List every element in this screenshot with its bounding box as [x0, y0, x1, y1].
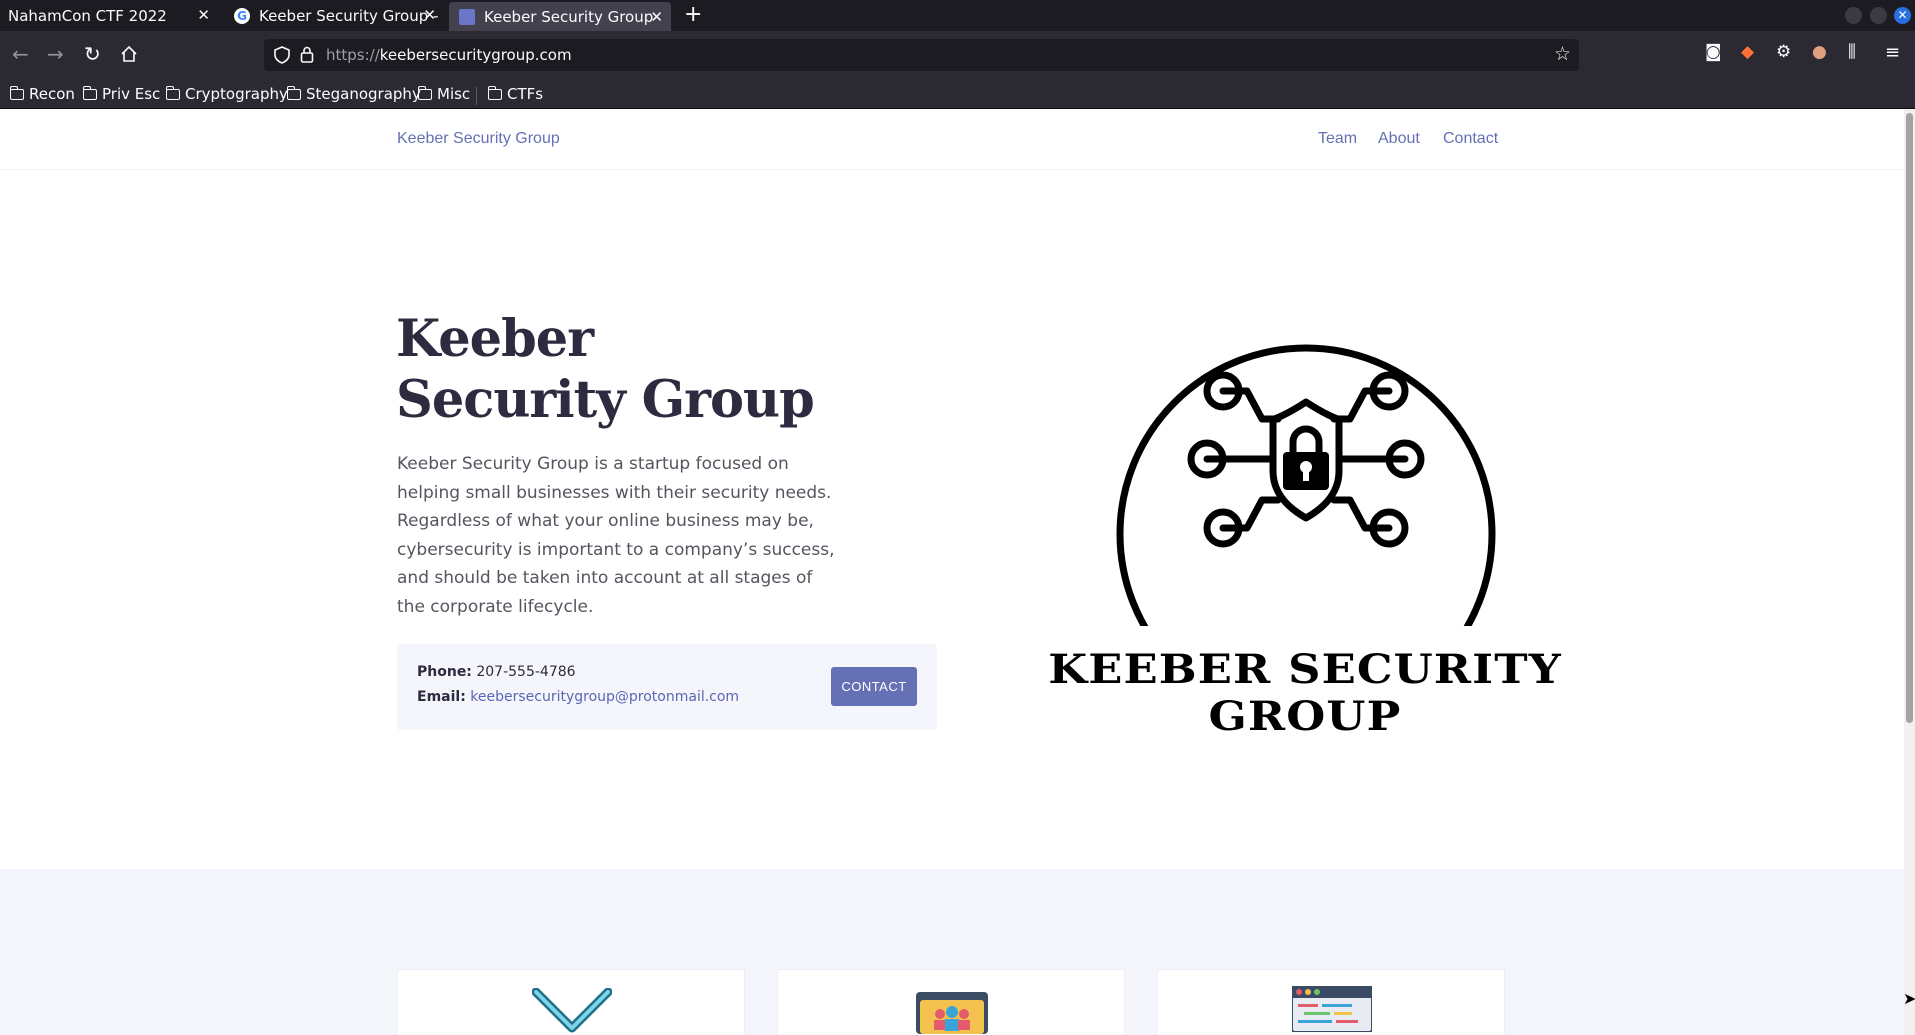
close-tab-icon[interactable]: ✕ — [423, 6, 436, 24]
logo-wordmark: KEEBER SECURITY GROUP — [1048, 646, 1562, 740]
reload-icon[interactable]: ↻ — [84, 44, 101, 64]
folder-icon — [165, 85, 180, 100]
nav-link-team[interactable]: Team — [1318, 130, 1357, 148]
extension-icon[interactable]: ⚙ — [1776, 44, 1791, 61]
star-icon[interactable]: ☆ — [1554, 43, 1571, 65]
bookmark-folder-priv-esc[interactable]: Priv Esc — [82, 85, 161, 103]
lock-icon[interactable] — [300, 46, 314, 67]
pocket-icon[interactable]: ◙ — [1705, 44, 1722, 61]
url-text[interactable]: https://keebersecuritygroup.com — [326, 46, 572, 64]
extension-icon[interactable]: ◆ — [1741, 44, 1754, 61]
folder-icon — [286, 85, 301, 100]
hero-title: Keeber Security Group — [396, 309, 815, 430]
bookmark-label: Priv Esc — [102, 85, 161, 103]
phone-label: Phone: — [417, 664, 472, 680]
close-tab-icon[interactable]: ✕ — [650, 8, 663, 26]
site-brand-link[interactable]: Keeber Security Group — [397, 130, 560, 148]
phone-number: 207-555-4786 — [476, 664, 576, 680]
url-host: keebersecuritygroup.com — [379, 46, 572, 64]
folder-icon — [487, 85, 502, 100]
bookmark-label: CTFs — [507, 85, 544, 103]
bookmark-folder-recon[interactable]: Recon — [9, 85, 75, 103]
tab-nahamcon[interactable]: NahamCon CTF 2022 ✕ — [0, 0, 218, 31]
minimize-window-icon[interactable] — [1845, 7, 1862, 24]
new-tab-icon[interactable]: + — [684, 2, 702, 27]
contact-button[interactable]: CONTACT — [831, 667, 917, 706]
bookmark-folder-cryptography[interactable]: Cryptography — [165, 85, 288, 103]
nav-link-about[interactable]: About — [1378, 130, 1420, 148]
close-tab-icon[interactable]: ✕ — [197, 6, 210, 24]
mouse-cursor-icon: ➤ — [1903, 989, 1915, 1008]
maximize-window-icon[interactable] — [1870, 7, 1887, 24]
email-line: Email: keebersecuritygroup@protonmail.co… — [417, 689, 739, 705]
navigation-toolbar: ← → ↻ https://keebersecuritygroup.com ☆ … — [0, 31, 1915, 83]
bookmarks-toolbar: Recon Priv Esc Cryptography Steganograph… — [0, 83, 1915, 109]
company-logo: KEEBER SECURITY GROUP — [990, 226, 1620, 740]
url-protocol: https:// — [326, 46, 380, 64]
web-page: Keeber Security Group Team About Contact… — [0, 109, 1904, 1035]
back-arrow-icon[interactable]: ← — [12, 44, 29, 64]
feature-card — [397, 969, 745, 1035]
bookmark-separator — [476, 87, 477, 105]
feature-card — [1157, 969, 1505, 1035]
phone-line: Phone: 207-555-4786 — [417, 664, 576, 680]
folder-icon — [9, 85, 24, 100]
menu-icon[interactable]: ≡ — [1885, 44, 1900, 62]
forward-arrow-icon[interactable]: → — [47, 44, 64, 64]
library-icon[interactable]: ⫼ — [1848, 44, 1856, 61]
tab-title: Keeber Security Group — [484, 7, 654, 26]
tab-bar: NahamCon CTF 2022 ✕ G Keeber Security Gr… — [0, 0, 1915, 31]
site-header: Keeber Security Group Team About Contact — [0, 109, 1904, 170]
contact-panel: Phone: 207-555-4786 Email: keebersecurit… — [397, 644, 937, 730]
shield-icon[interactable] — [274, 46, 290, 68]
bookmark-folder-ctfs[interactable]: CTFs — [487, 85, 544, 103]
feature-card — [777, 969, 1125, 1035]
bookmark-label: Cryptography — [185, 85, 288, 103]
swords-icon — [532, 988, 612, 1033]
features-section — [0, 869, 1904, 1035]
google-favicon-icon: G — [234, 7, 250, 24]
home-icon[interactable] — [120, 45, 138, 66]
folder-icon — [82, 85, 97, 100]
code-window-icon — [1292, 986, 1372, 1032]
email-link[interactable]: keebersecuritygroup@protonmail.com — [470, 689, 739, 705]
extension-icon[interactable]: ● — [1812, 44, 1827, 61]
team-folder-icon — [916, 992, 988, 1034]
tab-keeber-active[interactable]: Keeber Security Group ✕ — [449, 2, 671, 31]
tab-title: NahamCon CTF 2022 — [8, 6, 167, 25]
bookmark-folder-misc[interactable]: Misc — [417, 85, 471, 103]
address-bar[interactable]: https://keebersecuritygroup.com ☆ — [264, 39, 1579, 71]
tab-google-search[interactable]: G Keeber Security Group - G ✕ — [222, 0, 444, 31]
bookmark-label: Misc — [437, 85, 471, 103]
nav-link-contact[interactable]: Contact — [1443, 130, 1498, 148]
hero-description: Keeber Security Group is a startup focus… — [397, 454, 835, 617]
page-scrollbar[interactable] — [1904, 109, 1915, 1035]
bookmark-folder-steganography[interactable]: Steganography — [286, 85, 421, 103]
security-lock-logo-icon — [1116, 344, 1496, 724]
bookmark-label: Steganography — [306, 85, 421, 103]
scrollbar-thumb[interactable] — [1906, 113, 1913, 723]
close-window-icon[interactable]: ✕ — [1894, 7, 1911, 24]
tab-title: Keeber Security Group - G — [259, 6, 439, 25]
keeber-favicon-icon — [459, 8, 475, 25]
bookmark-label: Recon — [29, 85, 75, 103]
email-label: Email: — [417, 689, 466, 705]
folder-icon — [417, 85, 432, 100]
